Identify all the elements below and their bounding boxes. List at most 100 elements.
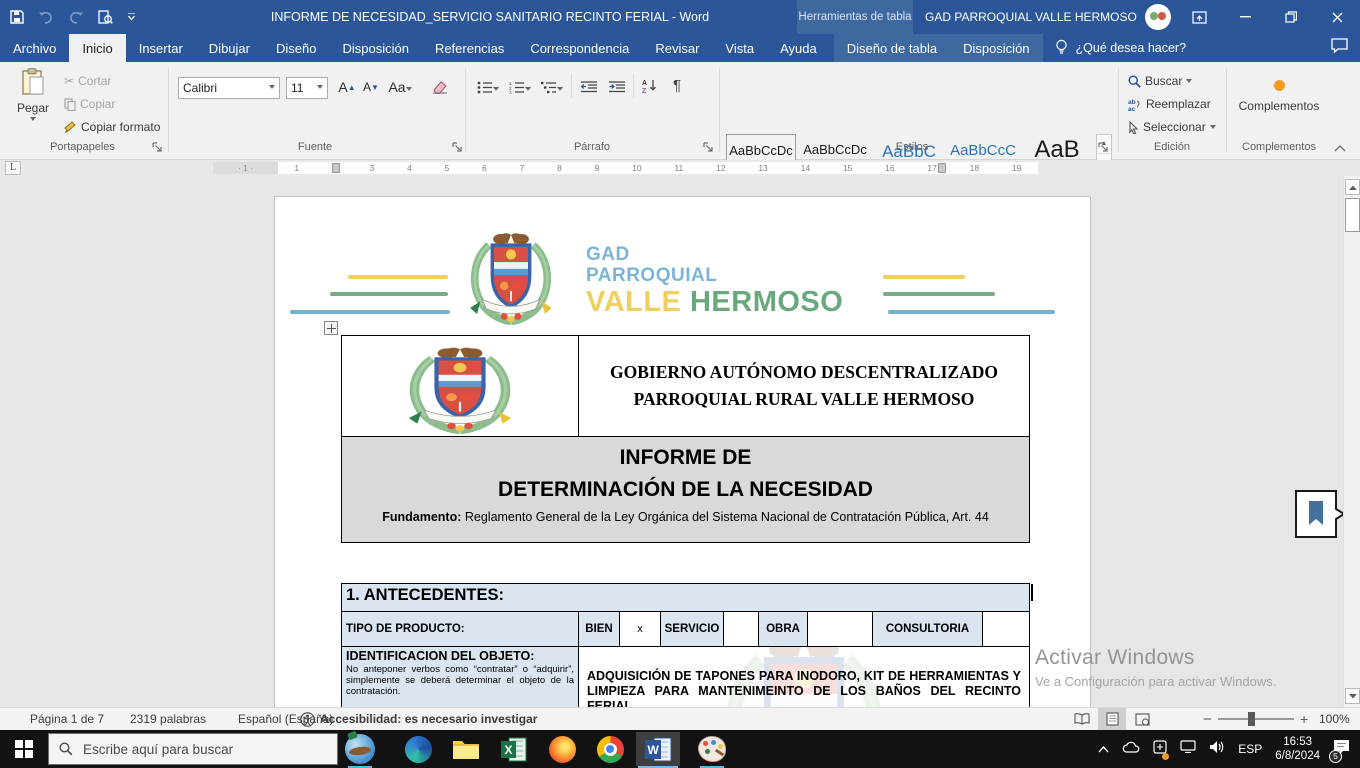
minimize-button[interactable]: [1222, 0, 1268, 34]
tab-correspondencia[interactable]: Correspondencia: [517, 34, 642, 62]
tab-insertar[interactable]: Insertar: [126, 34, 196, 62]
scrollbar-thumb[interactable]: [1345, 198, 1360, 232]
file-explorer-icon[interactable]: [444, 732, 488, 766]
sort-button[interactable]: AZ: [637, 73, 663, 97]
multilevel-list-button[interactable]: [537, 75, 567, 99]
tab-ayuda[interactable]: Ayuda: [767, 34, 830, 62]
tipo-producto-label[interactable]: TIPO DE PRODUCTO:: [342, 612, 578, 646]
objeto-value-cell[interactable]: ADQUISICIÓN DE TAPONES PARA INODORO, KIT…: [579, 647, 1029, 707]
option-bien-mark[interactable]: x: [620, 612, 660, 646]
taskbar-search[interactable]: Escribe aquí para buscar: [48, 733, 338, 765]
font-dialog-launcher[interactable]: [452, 142, 463, 153]
ruler-table-marker[interactable]: [332, 163, 340, 173]
font-size-select[interactable]: 11: [286, 77, 328, 99]
scroll-down-button[interactable]: [1345, 688, 1360, 704]
paint-icon[interactable]: [690, 732, 734, 766]
show-paragraph-marks-button[interactable]: ¶: [666, 73, 688, 97]
save-icon[interactable]: [10, 10, 24, 24]
option-servicio-label[interactable]: SERVICIO: [661, 612, 723, 646]
tab-referencias[interactable]: Referencias: [422, 34, 517, 62]
word-icon[interactable]: W: [636, 732, 680, 766]
numbered-list-button[interactable]: 123: [505, 75, 535, 99]
table-cell-report-title[interactable]: INFORME DE DETERMINACIÓN DE LA NECESIDAD…: [342, 437, 1029, 542]
option-obra-mark[interactable]: [808, 612, 872, 646]
chrome-icon[interactable]: [588, 732, 632, 766]
clear-formatting-button[interactable]: [428, 75, 452, 99]
zoom-in-button[interactable]: +: [1300, 708, 1308, 730]
document-page[interactable]: GAD PARROQUIAL VALLE HERMOSO GOBIERNO AU…: [275, 197, 1090, 707]
paste-button[interactable]: Pegar: [10, 68, 56, 136]
zoom-slider[interactable]: [1218, 708, 1294, 730]
customize-qat-icon[interactable]: [127, 13, 136, 21]
table-cell-logo[interactable]: [342, 336, 578, 436]
clock[interactable]: 16:53 6/8/2024: [1275, 735, 1320, 764]
styles-dialog-launcher[interactable]: [1098, 142, 1109, 153]
page-indicator[interactable]: Página 1 de 7: [30, 708, 104, 730]
option-servicio-mark[interactable]: [724, 612, 758, 646]
font-family-select[interactable]: Calibri: [178, 77, 280, 99]
objeto-label-cell[interactable]: IDENTIFICACION DEL OBJETO: No anteponer …: [342, 647, 578, 707]
ribbon-display-options-button[interactable]: [1176, 0, 1222, 34]
collapse-ribbon-icon[interactable]: [1334, 144, 1346, 152]
addins-button[interactable]: Complementos: [1232, 70, 1326, 134]
option-consultoria-mark[interactable]: [983, 612, 1029, 646]
tab-diseno[interactable]: Diseño: [263, 34, 329, 62]
read-mode-button[interactable]: [1068, 708, 1096, 730]
antecedentes-table[interactable]: 1. ANTECEDENTES: TIPO DE PRODUCTO: BIEN …: [341, 583, 1030, 707]
volume-icon[interactable]: [1209, 740, 1225, 759]
tab-diseno-de-tabla[interactable]: Diseño de tabla: [834, 34, 950, 62]
format-painter-button[interactable]: Copiar formato: [62, 116, 162, 138]
notification-app-icon[interactable]: [1153, 739, 1170, 760]
tab-archivo[interactable]: Archivo: [0, 34, 69, 62]
print-layout-button[interactable]: [1098, 708, 1126, 730]
shrink-font-button[interactable]: A ▼: [360, 75, 382, 99]
network-icon[interactable]: [1180, 740, 1196, 758]
excel-icon[interactable]: X: [492, 732, 536, 766]
tab-disposicion[interactable]: Disposición: [329, 34, 421, 62]
change-case-button[interactable]: Aa: [386, 75, 414, 99]
tray-chevron-icon[interactable]: [1098, 740, 1109, 758]
find-button[interactable]: Buscar: [1126, 70, 1194, 92]
fishbowl-app-icon[interactable]: [338, 730, 382, 766]
decrease-indent-button[interactable]: [577, 75, 601, 99]
tab-inicio[interactable]: Inicio: [69, 34, 126, 62]
tab-dibujar[interactable]: Dibujar: [196, 34, 263, 62]
restore-button[interactable]: [1268, 0, 1314, 34]
bullet-list-button[interactable]: [473, 75, 503, 99]
paragraph-dialog-launcher[interactable]: [703, 142, 714, 153]
action-center-icon[interactable]: 5: [1329, 739, 1350, 763]
header-table[interactable]: GOBIERNO AUTÓNOMO DESCENTRALIZADO PARROQ…: [341, 335, 1030, 543]
clipboard-dialog-launcher[interactable]: [152, 142, 163, 153]
section-header-antecedentes[interactable]: 1. ANTECEDENTES:: [342, 584, 1029, 611]
close-button[interactable]: [1314, 0, 1360, 34]
ruler-table-marker[interactable]: [938, 163, 946, 173]
zoom-slider-thumb[interactable]: [1248, 712, 1255, 726]
increase-indent-button[interactable]: [605, 75, 629, 99]
account-info[interactable]: GAD PARROQUIAL VALLE HERMOSO: [925, 0, 1171, 34]
accessibility-status[interactable]: Accesibilidad: es necesario investigar: [300, 708, 537, 730]
scroll-up-button[interactable]: [1345, 179, 1360, 195]
zoom-out-button[interactable]: −: [1203, 708, 1212, 730]
edge-icon[interactable]: [396, 732, 440, 766]
start-button[interactable]: [0, 730, 48, 768]
table-cell-entity-name[interactable]: GOBIERNO AUTÓNOMO DESCENTRALIZADO PARROQ…: [579, 336, 1029, 436]
tab-revisar[interactable]: Revisar: [642, 34, 712, 62]
feedback-icon[interactable]: [1331, 38, 1348, 58]
tab-stop-selector[interactable]: L: [5, 161, 21, 175]
option-consultoria-label[interactable]: CONSULTORIA: [873, 612, 982, 646]
tab-vista[interactable]: Vista: [712, 34, 767, 62]
option-bien-label[interactable]: BIEN: [579, 612, 619, 646]
onedrive-icon[interactable]: [1122, 740, 1140, 758]
tab-disposicion-tabla[interactable]: Disposición: [950, 34, 1042, 62]
select-button[interactable]: Seleccionar: [1126, 116, 1218, 138]
input-language[interactable]: ESP: [1238, 742, 1262, 756]
print-preview-icon[interactable]: [98, 9, 113, 25]
grow-font-button[interactable]: A ▲: [336, 75, 358, 99]
web-layout-button[interactable]: [1128, 708, 1156, 730]
option-obra-label[interactable]: OBRA: [759, 612, 807, 646]
replace-button[interactable]: ab ac Reemplazar: [1126, 93, 1213, 115]
avatar[interactable]: [1144, 4, 1171, 30]
table-move-handle[interactable]: [324, 321, 338, 335]
firefox-icon[interactable]: [540, 732, 584, 766]
resume-reading-bookmark[interactable]: [1294, 489, 1346, 539]
